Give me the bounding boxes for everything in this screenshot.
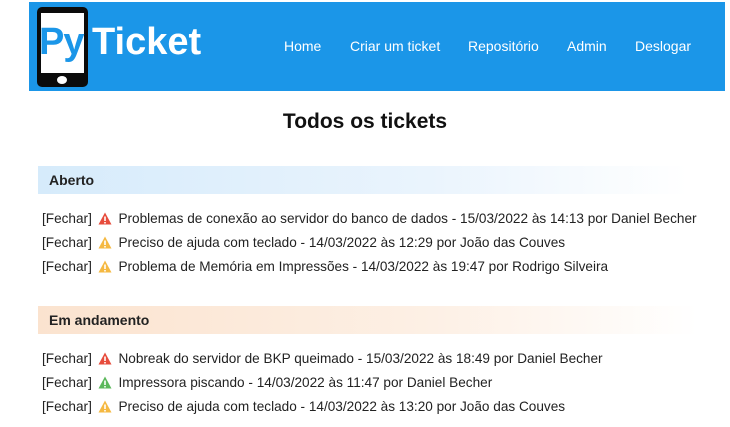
ticket-row: [Fechar] Problemas de conexão ao servido…	[42, 209, 697, 229]
ticket-text[interactable]: Impressora piscando - 14/03/2022 às 11:4…	[118, 375, 492, 390]
close-ticket-link[interactable]: [Fechar]	[42, 235, 92, 250]
pyticket-logo[interactable]: Py Ticket	[37, 7, 207, 87]
navbar: Py Ticket Home Criar um ticket Repositór…	[29, 2, 725, 91]
ticket-text[interactable]: Nobreak do servidor de BKP queimado - 15…	[118, 351, 602, 366]
alert-triangle-red-icon	[98, 212, 112, 225]
nav-link-repositorio[interactable]: Repositório	[468, 38, 539, 54]
ticket-text[interactable]: Preciso de ajuda com teclado - 14/03/202…	[118, 399, 565, 414]
section-header-aberto: Aberto	[38, 166, 688, 194]
ticket-text[interactable]: Problema de Memória em Impressões - 14/0…	[118, 259, 608, 274]
nav-link-admin[interactable]: Admin	[567, 38, 607, 54]
page-title: Todos os tickets	[282, 110, 448, 133]
ticket-row: [Fechar] Preciso de ajuda com teclado - …	[42, 233, 565, 253]
ticket-text[interactable]: Problemas de conexão ao servidor do banc…	[118, 211, 696, 226]
ticket-row: [Fechar] Problema de Memória em Impressõ…	[42, 257, 608, 277]
close-ticket-link[interactable]: [Fechar]	[42, 211, 92, 226]
ticket-row: [Fechar] Nobreak do servidor de BKP quei…	[42, 349, 603, 369]
alert-triangle-yellow-icon	[98, 236, 112, 249]
section-header-em-andamento: Em andamento	[38, 306, 698, 334]
alert-triangle-yellow-icon	[98, 260, 112, 273]
logo-ticket-text: Ticket	[92, 21, 202, 63]
close-ticket-link[interactable]: [Fechar]	[42, 375, 92, 390]
close-ticket-link[interactable]: [Fechar]	[42, 259, 92, 274]
ticket-row: [Fechar] Impressora piscando - 14/03/202…	[42, 373, 492, 393]
close-ticket-link[interactable]: [Fechar]	[42, 351, 92, 366]
nav-link-home[interactable]: Home	[284, 38, 321, 54]
nav-link-deslogar[interactable]: Deslogar	[635, 38, 691, 54]
alert-triangle-green-icon	[98, 376, 112, 389]
logo-py-text: Py	[39, 21, 84, 63]
nav-link-criar-ticket[interactable]: Criar um ticket	[350, 38, 440, 54]
ticket-text[interactable]: Preciso de ajuda com teclado - 14/03/202…	[118, 235, 565, 250]
alert-triangle-red-icon	[98, 352, 112, 365]
ticket-row: [Fechar] Preciso de ajuda com teclado - …	[42, 397, 565, 417]
close-ticket-link[interactable]: [Fechar]	[42, 399, 92, 414]
alert-triangle-yellow-icon	[98, 400, 112, 413]
